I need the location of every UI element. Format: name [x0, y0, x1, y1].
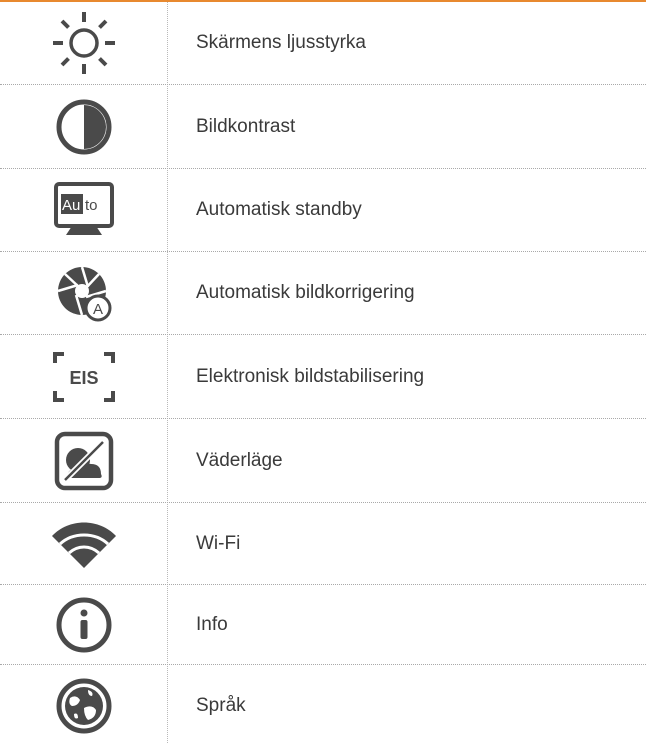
table-row-auto-correction: A Automatisk bildkorrigering — [0, 252, 646, 335]
icon-cell: A — [0, 252, 167, 334]
row-label: Info — [196, 613, 228, 635]
auto-standby-icon: Au to — [53, 182, 114, 235]
table-row-brightness: Skärmens ljusstyrka — [0, 2, 646, 85]
svg-text:EIS: EIS — [69, 368, 98, 388]
icon-cell: Au to — [0, 169, 167, 251]
icon-cell — [0, 85, 167, 168]
icon-cell — [0, 419, 167, 502]
icon-cell: EIS — [0, 335, 167, 418]
wifi-icon — [51, 522, 116, 568]
table-row-eis: EIS Elektronisk bildstabilisering — [0, 335, 646, 419]
row-label: Automatisk standby — [196, 199, 362, 220]
row-label: Skärmens ljusstyrka — [196, 32, 366, 53]
row-label: Språk — [196, 694, 246, 716]
svg-text:to: to — [85, 197, 98, 214]
table-row-info: Info — [0, 585, 646, 665]
row-label: Elektronisk bildstabilisering — [196, 365, 425, 387]
row-label: Väderläge — [196, 449, 283, 471]
icon-cell — [0, 585, 167, 664]
row-label: Automatisk bildkorrigering — [196, 282, 415, 303]
language-globe-icon — [56, 678, 111, 733]
icon-cell — [0, 665, 167, 746]
settings-icon-table: Skärmens ljusstyrka Bildkontrast Au to A… — [0, 2, 646, 746]
table-row-auto-standby: Au to Automatisk standby — [0, 169, 646, 252]
table-row-weather-mode: Väderläge — [0, 419, 646, 503]
brightness-icon — [52, 12, 115, 74]
table-row-contrast: Bildkontrast — [0, 85, 646, 169]
icon-cell — [0, 2, 167, 84]
contrast-icon — [56, 99, 111, 154]
table-row-language: Språk — [0, 665, 646, 746]
row-label: Wi-Fi — [196, 532, 241, 554]
svg-text:A: A — [92, 301, 102, 318]
weather-mode-icon — [54, 431, 113, 490]
svg-text:Au: Au — [62, 197, 80, 214]
row-label: Bildkontrast — [196, 115, 296, 137]
eis-icon: EIS — [52, 351, 115, 402]
auto-correction-icon: A — [57, 266, 111, 322]
info-icon — [56, 597, 111, 652]
table-row-wifi: Wi-Fi — [0, 503, 646, 585]
icon-cell — [0, 503, 167, 584]
